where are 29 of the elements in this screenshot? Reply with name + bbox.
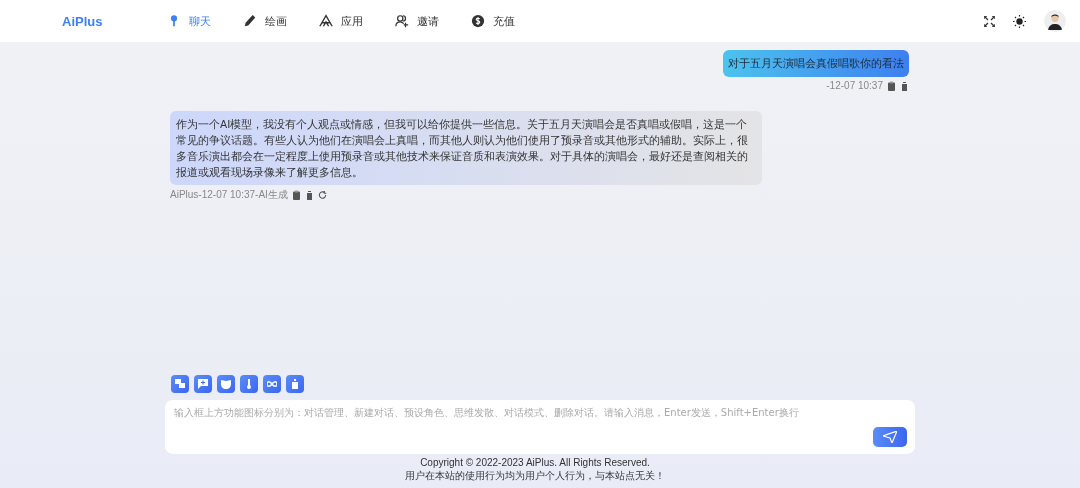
logo[interactable]: AiPlus [0, 13, 167, 29]
footer-text: 用户在本站的使用行为均为用户个人行为，与本站点无关！ [405, 469, 665, 483]
add-comment-icon[interactable] [194, 375, 212, 393]
message-time: AiPlus-12-07 10:37-AI生成 [170, 188, 288, 202]
clipboard-icon[interactable] [291, 190, 301, 200]
footer-text: Copyright © 2022-2023 AiPlus. All Rights Reserved. [420, 457, 650, 468]
nav-tab[interactable]: 聊天 [167, 13, 211, 29]
user-message: 对于五月天演唱会真假唱歌你的看法 [723, 50, 909, 77]
thermometer-icon[interactable] [240, 375, 258, 393]
send-icon [883, 431, 897, 443]
avatar[interactable] [1044, 10, 1066, 32]
nav-tab[interactable]: 绘画 [243, 13, 287, 29]
nav-tab[interactable]: 充值 [471, 13, 515, 29]
infinity-icon[interactable] [263, 375, 281, 393]
people-icon [395, 14, 409, 28]
pencil-icon [243, 14, 257, 28]
ai-message: 作为一个AI模型，我没有个人观点或情感，但我可以给你提供一些信息。关于五月天演唱会是否真唱或假唱，这是一个常见的争议话题。有些人认为他们在演唱会上真唱，而其他人则认为他们使用了预录音或其他形式的辅助。实际上，很多音乐演出都会在一定程度上使用预录音或其他技术来保证音质和表演效果。对于具体的演唱会，最好还是查阅相关的报道或观看现场录像来了解更多信息。 [170, 111, 762, 185]
triangle-icon [319, 14, 333, 28]
nav-tab[interactable]: 应用 [319, 13, 363, 29]
chat-bubbles-icon[interactable] [171, 375, 189, 393]
clipboard-icon[interactable] [887, 80, 896, 91]
nav-tab[interactable]: 邀请 [395, 13, 439, 29]
send-button[interactable] [873, 427, 907, 447]
fullscreen-icon[interactable] [984, 15, 995, 27]
message-input[interactable]: 输入框上方功能图标分别为：对话管理、新建对话、预设角色、思维发散、对话模式、删除对话。请输入消息，Enter发送，Shift+Enter换行 [172, 406, 816, 419]
sun-icon[interactable] [1013, 14, 1026, 28]
message-time: -12-07 10:37 [826, 80, 883, 91]
refresh-icon[interactable] [317, 190, 327, 200]
dollar-icon [471, 14, 485, 28]
